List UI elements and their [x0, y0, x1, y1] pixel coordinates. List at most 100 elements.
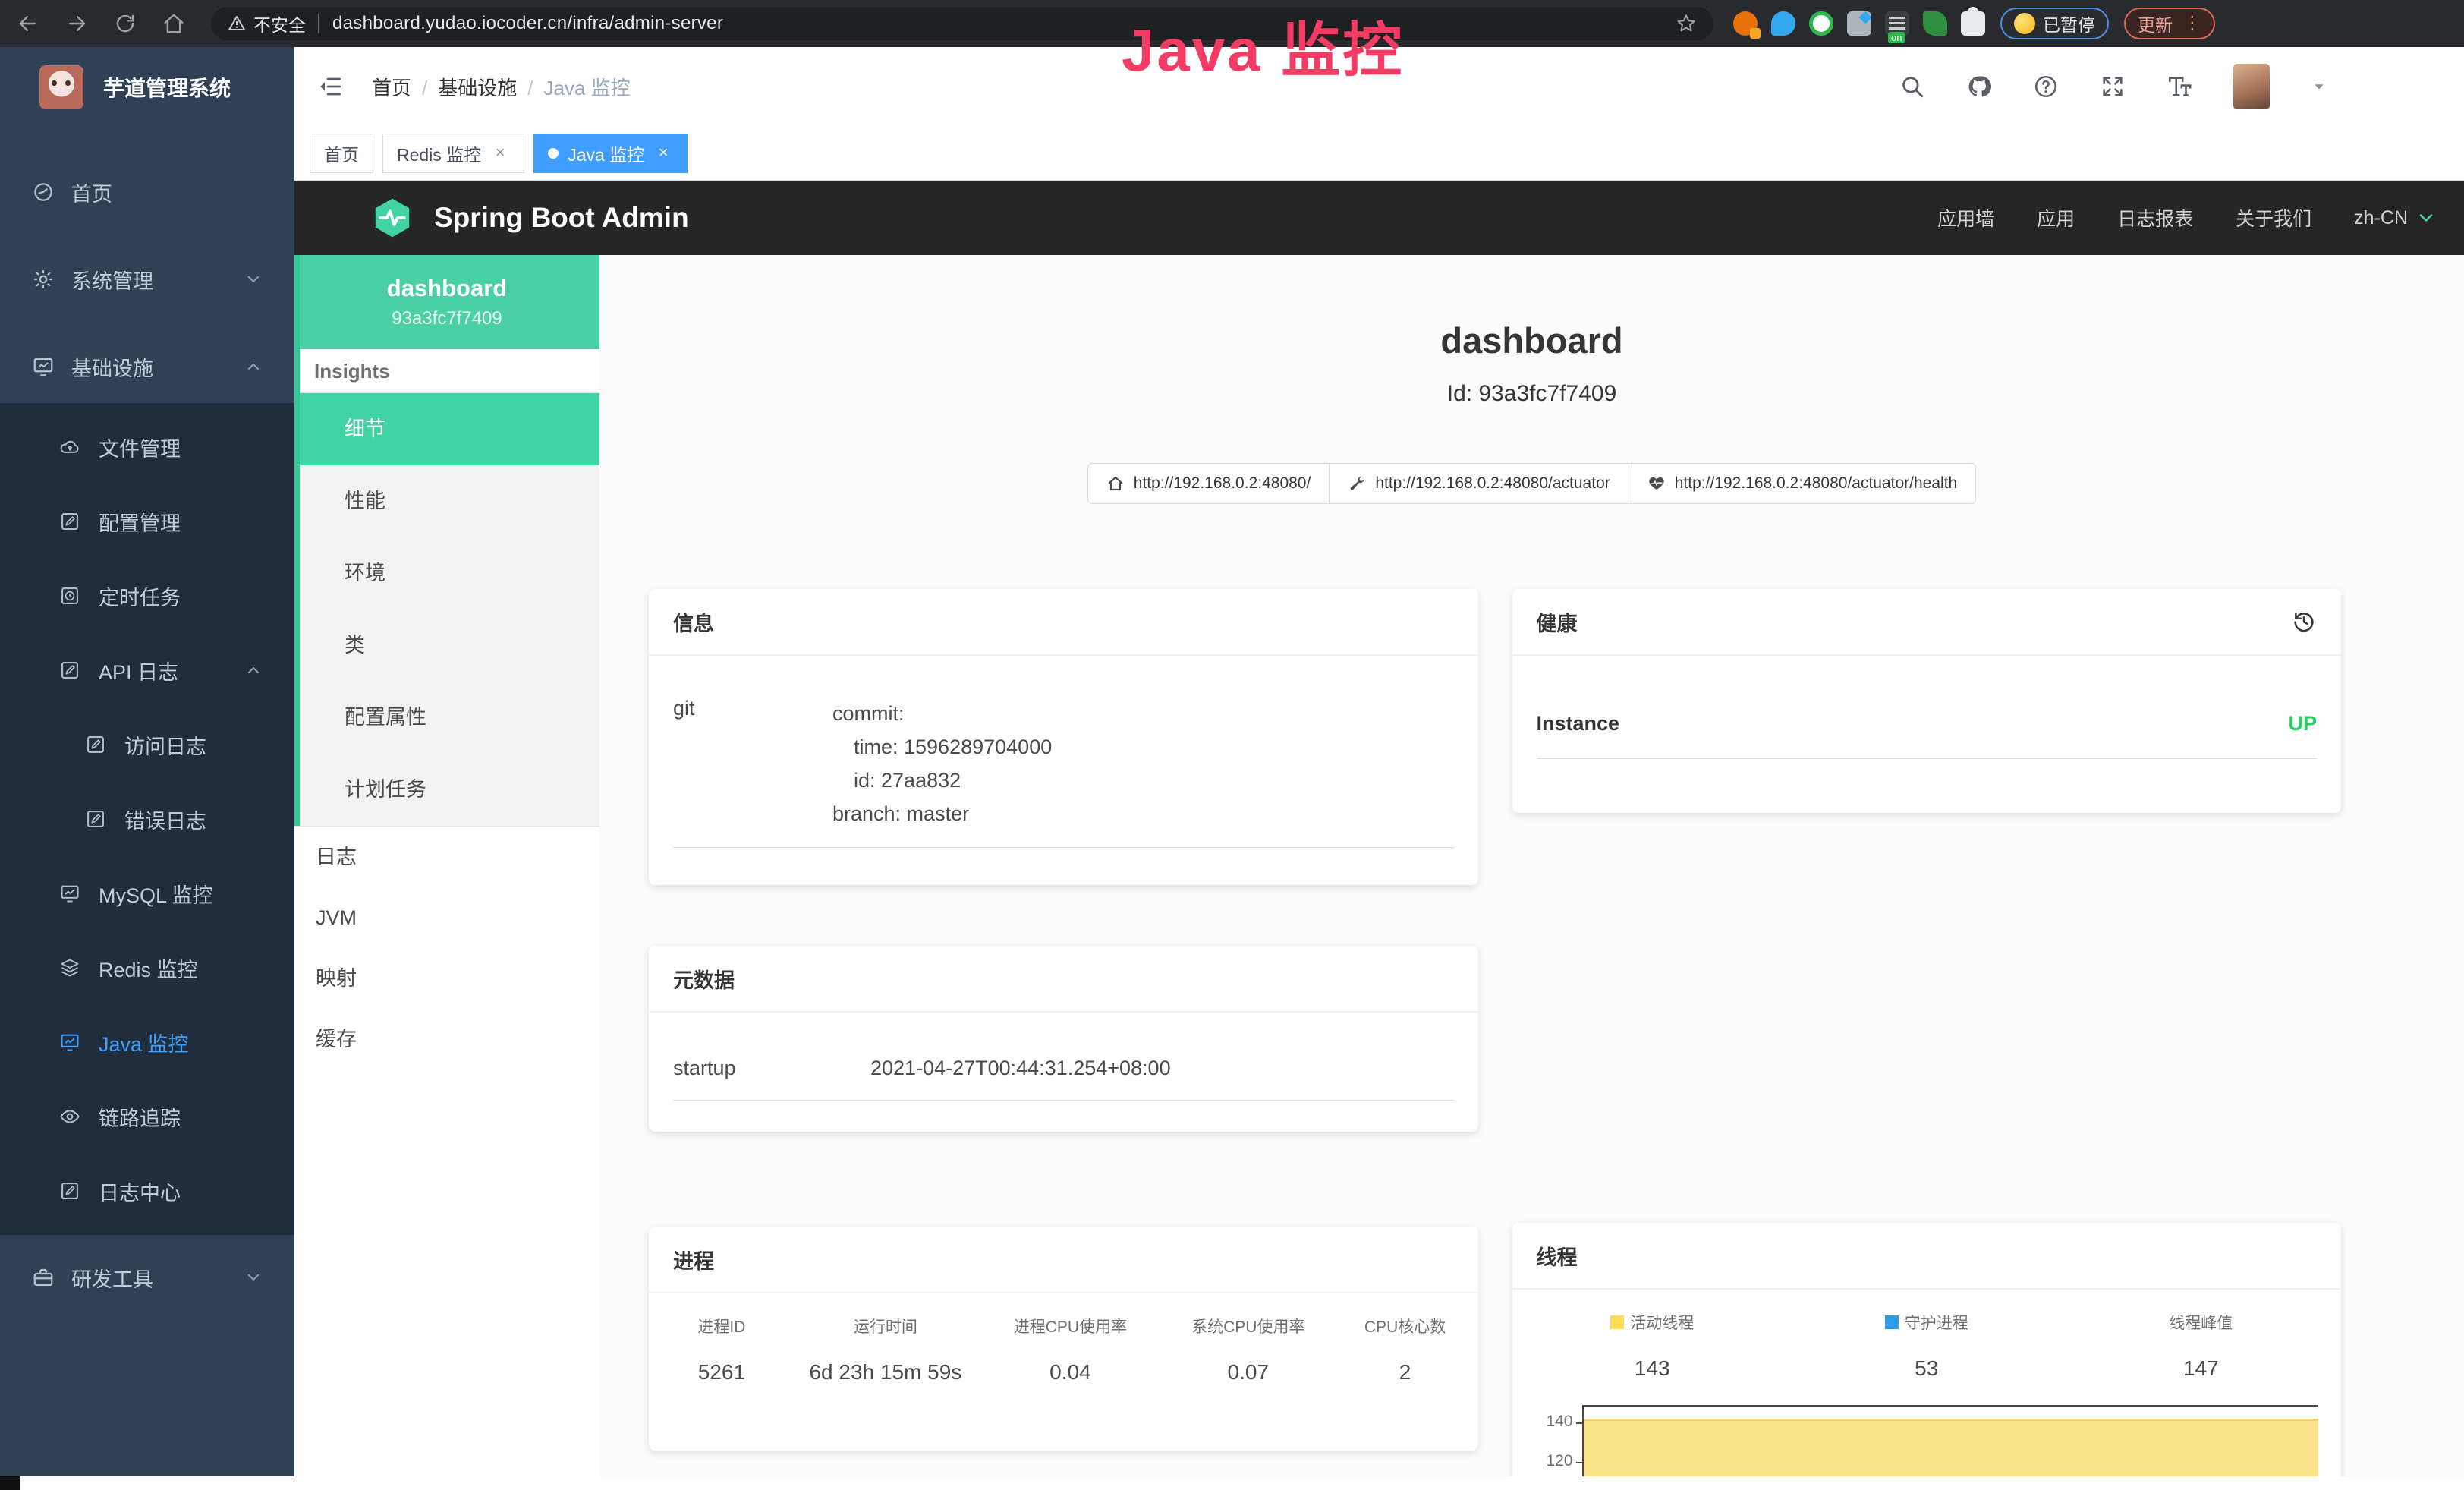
user-avatar[interactable] [2233, 64, 2270, 109]
java-monitor-icon [59, 1032, 80, 1053]
help-icon[interactable] [2033, 74, 2059, 99]
metric-process-cpu: 进程CPU使用率 0.04 [980, 1315, 1161, 1384]
sidebar-item-api-logs[interactable]: API 日志 [0, 647, 294, 693]
status-badge: UP [2288, 712, 2317, 736]
extension-grid-icon[interactable] [1847, 11, 1871, 36]
sidebar-item-dev-tools[interactable]: 研发工具 [0, 1255, 294, 1300]
navbar-right [1899, 64, 2440, 109]
sidebar-item-system[interactable]: 系统管理 [0, 257, 294, 302]
sba-locale-select[interactable]: zh-CN [2354, 207, 2437, 229]
search-icon[interactable] [1899, 74, 1925, 99]
wrench-icon [1348, 474, 1366, 493]
metric-uptime: 运行时间 6d 23h 15m 59s [791, 1315, 980, 1384]
threads-card: 线程 活动线程 143 守护进程 53 线程峰值 147 [1512, 1223, 2342, 1476]
fullscreen-icon[interactable] [2100, 74, 2126, 99]
sba-brand-title: Spring Boot Admin [434, 202, 689, 234]
sba-nav-wallboard[interactable]: 应用墙 [1937, 204, 1994, 232]
chevron-up-icon [244, 358, 263, 376]
github-icon[interactable] [1966, 74, 1992, 99]
update-button[interactable]: 更新 ⋮ [2124, 8, 2215, 39]
tab-home[interactable]: 首页 [310, 134, 373, 173]
sidebar-item-redis-monitor[interactable]: Redis 监控 [0, 945, 294, 991]
sba-item-jvm[interactable]: JVM [294, 887, 599, 948]
info-card-title: 信息 [649, 589, 1478, 656]
sba-item-metrics[interactable]: 性能 [294, 465, 599, 537]
sidebar-item-error-logs[interactable]: 错误日志 [0, 796, 294, 842]
extension-pin-icon[interactable] [1771, 11, 1795, 36]
sidebar-item-java-monitor[interactable]: Java 监控 [0, 1019, 294, 1065]
breadcrumb-infra[interactable]: 基础设施 [438, 73, 543, 101]
git-commit-lines: commit: time: 1596289704000 id: 27aa832 … [832, 697, 1052, 830]
actuator-url-button[interactable]: http://192.168.0.2:48080/actuator [1329, 463, 1629, 504]
health-url-button[interactable]: http://192.168.0.2:48080/actuator/health [1629, 463, 1976, 504]
sba-item-loggers[interactable]: 日志 [294, 827, 599, 887]
stat-daemon-threads: 守护进程 53 [1789, 1311, 2064, 1381]
sba-content: dashboard Id: 93a3fc7f7409 http://192.16… [599, 255, 2464, 1476]
sidebar-item-log-center[interactable]: 日志中心 [0, 1168, 294, 1214]
font-size-icon[interactable] [2167, 74, 2192, 99]
sba-item-caches[interactable]: 缓存 [294, 1009, 599, 1069]
sba-brand[interactable]: Spring Boot Admin [370, 196, 689, 240]
caret-down-icon[interactable] [2311, 78, 2327, 95]
sba-item-config-props[interactable]: 配置属性 [294, 682, 599, 754]
sidebar-item-tracing[interactable]: 链路追踪 [0, 1094, 294, 1139]
sidebar-item-infra[interactable]: 基础设施 [0, 344, 294, 389]
breadcrumb-current: Java 监控 [544, 73, 631, 101]
browser-menu-dots-icon[interactable]: ⋮ [2183, 14, 2201, 33]
health-instance-row: Instance UP [1537, 686, 2318, 759]
service-url-button[interactable]: http://192.168.0.2:48080/ [1087, 463, 1330, 504]
close-tab-icon[interactable] [490, 143, 510, 163]
url-text[interactable]: dashboard.yudao.iocoder.cn/infra/admin-s… [332, 13, 723, 34]
sba-item-details[interactable]: 细节 [294, 393, 599, 465]
note-pen-icon [59, 1180, 80, 1202]
sidebar-item-file-manage[interactable]: 文件管理 [0, 424, 294, 470]
extensions-puzzle-icon[interactable] [1961, 11, 1985, 36]
heartbeat-icon [1647, 474, 1666, 493]
process-metrics: 进程ID 5261 运行时间 6d 23h 15m 59s 进程CPU使用率 0… [649, 1293, 1478, 1407]
instance-name: dashboard [294, 275, 599, 302]
sba-item-classes[interactable]: 类 [294, 610, 599, 682]
address-bar[interactable]: 不安全 dashboard.yudao.iocoder.cn/infra/adm… [211, 7, 1713, 40]
app-logo [39, 65, 83, 109]
sba-nav-about[interactable]: 关于我们 [2236, 204, 2311, 232]
paused-emoji-icon [2014, 13, 2035, 34]
browser-reload-icon[interactable] [114, 12, 137, 35]
history-icon[interactable] [2291, 609, 2317, 635]
sba-nav-applications[interactable]: 应用 [2037, 204, 2075, 232]
browser-back-icon[interactable] [17, 12, 39, 35]
page-title: dashboard [599, 320, 2464, 361]
instance-hero: dashboard Id: 93a3fc7f7409 http://192.16… [599, 255, 2464, 504]
sidebar-item-mysql-monitor[interactable]: MySQL 监控 [0, 871, 294, 916]
close-tab-icon[interactable] [653, 143, 673, 163]
sidebar-item-home[interactable]: 首页 [0, 169, 294, 215]
sidebar-item-scheduled-jobs[interactable]: 定时任务 [0, 573, 294, 619]
extension-leaf-icon[interactable] [1923, 11, 1947, 36]
sidebar-item-access-logs[interactable]: 访问日志 [0, 722, 294, 767]
sba-item-scheduled-tasks[interactable]: 计划任务 [294, 754, 599, 826]
sba-logo-icon [370, 196, 414, 240]
breadcrumb-home[interactable]: 首页 [372, 73, 438, 101]
briefcase-icon [32, 1266, 55, 1289]
sidebar-item-config-manage[interactable]: 配置管理 [0, 499, 294, 544]
extension-y-icon[interactable] [1809, 11, 1833, 36]
browser-forward-icon[interactable] [65, 12, 88, 35]
extension-orange-icon[interactable] [1733, 11, 1758, 36]
browser-home-icon[interactable] [162, 12, 185, 35]
bookmark-star-icon[interactable] [1676, 13, 1697, 34]
monitor-chart-icon [32, 355, 55, 378]
hamburger-icon[interactable] [317, 74, 343, 99]
sba-section-insights: Insights [294, 349, 599, 393]
sba-item-environment[interactable]: 环境 [294, 537, 599, 610]
process-card: 进程 进程ID 5261 运行时间 6d 23h 15m 59s 进程CPU使用… [649, 1227, 1478, 1451]
extension-switch-on-icon[interactable] [1885, 11, 1909, 36]
extensions-row [1733, 11, 1985, 36]
paused-badge[interactable]: 已暂停 [2000, 8, 2109, 39]
tab-java-monitor[interactable]: Java 监控 [533, 134, 688, 173]
security-label[interactable]: 不安全 [253, 11, 306, 36]
sba-item-mappings[interactable]: 映射 [294, 948, 599, 1009]
tab-redis-monitor[interactable]: Redis 监控 [382, 134, 524, 173]
not-secure-icon [228, 14, 246, 33]
omnibox-divider [318, 14, 319, 33]
instance-header[interactable]: dashboard 93a3fc7f7409 [294, 255, 599, 349]
sba-nav-journal[interactable]: 日志报表 [2117, 204, 2193, 232]
